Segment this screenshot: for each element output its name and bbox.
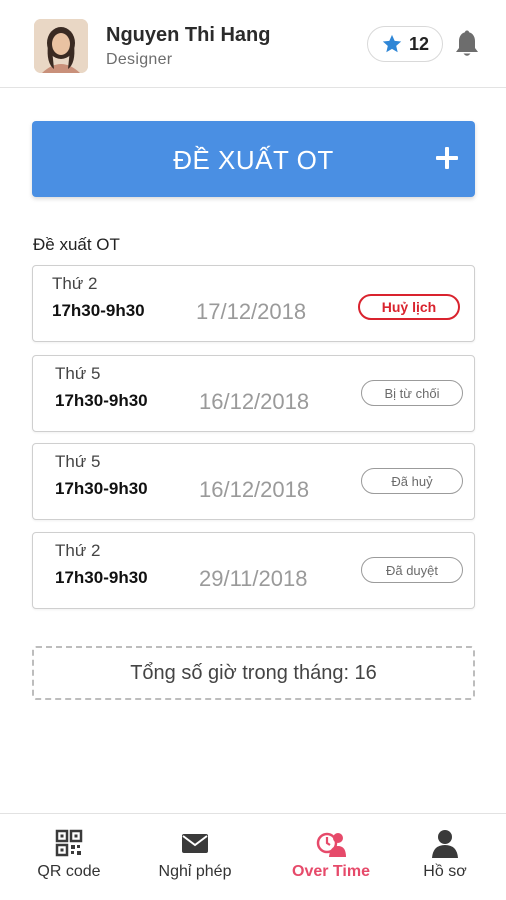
ot-day: Thứ 2 (55, 541, 101, 560)
plus-icon[interactable] (436, 147, 458, 169)
ot-day: Thứ 5 (55, 452, 101, 471)
ot-time: 17h30-9h30 (52, 301, 145, 320)
ot-date: 17/12/2018 (196, 299, 307, 324)
profile-icon (432, 830, 458, 858)
section-title: Đề xuất OT (33, 235, 120, 254)
nav-label: QR code (37, 863, 101, 880)
propose-ot-label: ĐỀ XUẤT OT (173, 145, 334, 175)
ot-date: 29/11/2018 (199, 566, 308, 591)
cancel-schedule-button[interactable]: Huỷ lịch (358, 294, 460, 320)
ot-day: Thứ 2 (52, 274, 98, 293)
star-badge[interactable]: 12 (367, 26, 443, 62)
ot-request-card[interactable]: Thứ 5 17h30-9h30 16/12/2018 Đã huỷ (32, 443, 475, 520)
status-badge: Đã duyệt (361, 557, 463, 583)
overtime-icon (316, 832, 346, 857)
star-count: 12 (408, 33, 430, 54)
status-badge: Đã huỷ (361, 468, 463, 494)
nav-item-over-time[interactable]: Over Time (268, 814, 394, 900)
nav-item-leave[interactable]: Nghỉ phép (132, 814, 258, 900)
bell-icon[interactable] (454, 30, 480, 58)
ot-time: 17h30-9h30 (55, 391, 148, 410)
app-header: Nguyen Thi Hang Designer 12 (0, 0, 506, 88)
ot-time: 17h30-9h30 (55, 568, 148, 587)
propose-ot-button[interactable]: ĐỀ XUẤT OT (32, 121, 475, 197)
ot-date: 16/12/2018 (199, 389, 310, 414)
qr-code-icon (55, 829, 83, 857)
star-icon (382, 34, 402, 53)
monthly-total-box: Tổng số giờ trong tháng: 16 (32, 646, 475, 700)
ot-time: 17h30-9h30 (55, 479, 148, 498)
ot-date: 16/12/2018 (199, 477, 310, 502)
ot-request-card[interactable]: Thứ 5 17h30-9h30 16/12/2018 Bị từ chối (32, 355, 475, 432)
user-role: Designer (106, 51, 173, 68)
monthly-total-text: Tổng số giờ trong tháng: 16 (130, 662, 377, 684)
ot-request-card[interactable]: Thứ 2 17h30-9h30 29/11/2018 Đã duyệt (32, 532, 475, 609)
nav-item-qr-code[interactable]: QR code (6, 814, 132, 900)
status-badge: Bị từ chối (361, 380, 463, 406)
nav-item-profile[interactable]: Hồ sơ (382, 814, 506, 900)
avatar[interactable] (34, 19, 88, 73)
user-name: Nguyen Thi Hang (106, 24, 271, 46)
ot-day: Thứ 5 (55, 364, 101, 383)
nav-label: Over Time (292, 863, 370, 880)
bottom-nav: QR code Nghỉ phép Over Time Hồ sơ (0, 813, 506, 900)
mail-icon (182, 834, 208, 853)
nav-label: Nghỉ phép (158, 863, 232, 880)
ot-request-card[interactable]: Thứ 2 17h30-9h30 17/12/2018 Huỷ lịch (32, 265, 475, 342)
nav-label: Hồ sơ (423, 863, 467, 880)
